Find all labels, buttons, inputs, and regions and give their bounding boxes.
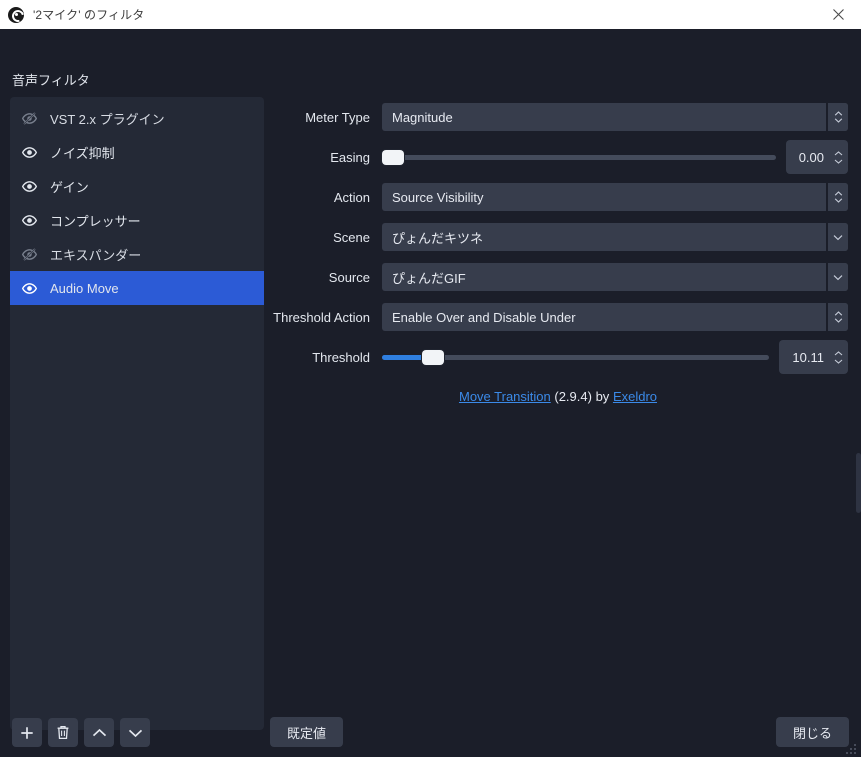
threshold-slider[interactable] bbox=[382, 343, 769, 371]
spinner-arrows-icon[interactable] bbox=[826, 103, 848, 131]
window-titlebar: '2マイク' のフィルタ bbox=[0, 0, 861, 29]
threshold-slider-handle[interactable] bbox=[422, 350, 444, 365]
scene-value: ぴょんだキツネ bbox=[382, 228, 483, 247]
filter-properties-form: Meter Type Magnitude Easing 0.00 bbox=[268, 97, 848, 404]
row-threshold-action: Threshold Action Enable Over and Disable… bbox=[268, 297, 848, 337]
filter-list-item-gain[interactable]: ゲイン bbox=[10, 169, 264, 203]
filter-list-item-audio-move[interactable]: Audio Move bbox=[10, 271, 264, 305]
threshold-spinbox[interactable]: 10.11 bbox=[779, 340, 848, 374]
scrollbar-thumb[interactable] bbox=[856, 453, 861, 513]
threshold-label: Threshold bbox=[268, 350, 382, 365]
row-easing: Easing 0.00 bbox=[268, 137, 848, 177]
scene-label: Scene bbox=[268, 230, 382, 245]
easing-slider-handle[interactable] bbox=[382, 150, 404, 165]
eye-icon[interactable] bbox=[18, 209, 40, 231]
spinner-arrows-icon[interactable] bbox=[826, 303, 848, 331]
close-button[interactable]: 閉じる bbox=[776, 717, 849, 747]
chevron-down-icon[interactable] bbox=[826, 263, 848, 291]
spinner-arrows-icon[interactable] bbox=[826, 183, 848, 211]
meter-type-label: Meter Type bbox=[268, 110, 382, 125]
eye-off-icon[interactable] bbox=[18, 107, 40, 129]
easing-slider[interactable] bbox=[382, 143, 776, 171]
chevron-up-icon bbox=[92, 728, 107, 738]
move-filter-down-button[interactable] bbox=[120, 718, 150, 747]
add-filter-button[interactable] bbox=[12, 718, 42, 747]
row-source: Source ぴょんだGIF bbox=[268, 257, 848, 297]
action-combobox[interactable]: Source Visibility bbox=[382, 183, 848, 211]
easing-label: Easing bbox=[268, 150, 382, 165]
resize-grip[interactable] bbox=[846, 742, 858, 754]
eye-icon[interactable] bbox=[18, 141, 40, 163]
obs-logo-icon bbox=[8, 7, 24, 23]
scene-dropdown[interactable]: ぴょんだキツネ bbox=[382, 223, 848, 251]
close-icon[interactable] bbox=[815, 0, 861, 29]
row-scene: Scene ぴょんだキツネ bbox=[268, 217, 848, 257]
filter-list-toolbar bbox=[12, 718, 150, 747]
trash-icon bbox=[56, 725, 70, 740]
filter-list-item-label: Audio Move bbox=[50, 281, 119, 296]
window-title: '2マイク' のフィルタ bbox=[33, 6, 144, 23]
plugin-version: (2.9.4) bbox=[554, 389, 592, 404]
filter-list-item-label: VST 2.x プラグイン bbox=[50, 109, 165, 128]
filter-list-item-label: コンプレッサー bbox=[50, 211, 141, 230]
threshold-action-combobox[interactable]: Enable Over and Disable Under bbox=[382, 303, 848, 331]
filters-dialog-body: 音声フィルタ VST 2.x プラグイン ノイズ抑制 bbox=[0, 29, 861, 757]
remove-filter-button[interactable] bbox=[48, 718, 78, 747]
action-value: Source Visibility bbox=[382, 190, 484, 205]
filter-list-item-expander[interactable]: エキスパンダー bbox=[10, 237, 264, 271]
row-action: Action Source Visibility bbox=[268, 177, 848, 217]
filter-list-item-label: ノイズ抑制 bbox=[50, 143, 115, 162]
defaults-button[interactable]: 既定値 bbox=[270, 717, 343, 747]
threshold-action-value: Enable Over and Disable Under bbox=[382, 310, 576, 325]
eye-icon[interactable] bbox=[18, 175, 40, 197]
audio-filter-list[interactable]: VST 2.x プラグイン ノイズ抑制 ゲイン bbox=[10, 97, 264, 730]
meter-type-combobox[interactable]: Magnitude bbox=[382, 103, 848, 131]
move-transition-link[interactable]: Move Transition bbox=[459, 389, 551, 404]
eye-off-icon[interactable] bbox=[18, 243, 40, 265]
vertical-scrollbar[interactable] bbox=[856, 58, 861, 757]
easing-slider-track bbox=[382, 155, 776, 160]
plus-icon bbox=[20, 726, 34, 740]
threshold-action-label: Threshold Action bbox=[268, 310, 382, 325]
threshold-value: 10.11 bbox=[779, 350, 828, 365]
easing-spinbox[interactable]: 0.00 bbox=[786, 140, 848, 174]
eye-icon[interactable] bbox=[18, 277, 40, 299]
source-dropdown[interactable]: ぴょんだGIF bbox=[382, 263, 848, 291]
source-value: ぴょんだGIF bbox=[382, 268, 466, 287]
row-meter-type: Meter Type Magnitude bbox=[268, 97, 848, 137]
easing-value: 0.00 bbox=[786, 150, 828, 165]
filter-list-item-label: ゲイン bbox=[50, 177, 89, 196]
section-heading: 音声フィルタ bbox=[12, 70, 90, 89]
move-filter-up-button[interactable] bbox=[84, 718, 114, 747]
credit-by-word: by bbox=[596, 389, 610, 404]
easing-spinner-arrows-icon[interactable] bbox=[828, 140, 848, 174]
meter-type-value: Magnitude bbox=[382, 110, 453, 125]
filter-list-item-noise-suppress[interactable]: ノイズ抑制 bbox=[10, 135, 264, 169]
chevron-down-icon bbox=[128, 728, 143, 738]
chevron-down-icon[interactable] bbox=[826, 223, 848, 251]
action-label: Action bbox=[268, 190, 382, 205]
filter-list-item-compressor[interactable]: コンプレッサー bbox=[10, 203, 264, 237]
exeldro-link[interactable]: Exeldro bbox=[613, 389, 657, 404]
source-label: Source bbox=[268, 270, 382, 285]
plugin-credit: Move Transition (2.9.4) by Exeldro bbox=[268, 389, 729, 404]
threshold-spinner-arrows-icon[interactable] bbox=[828, 340, 848, 374]
filter-list-item-label: エキスパンダー bbox=[50, 245, 141, 264]
row-threshold: Threshold 10.11 bbox=[268, 337, 848, 377]
filter-list-item-vst[interactable]: VST 2.x プラグイン bbox=[10, 101, 264, 135]
